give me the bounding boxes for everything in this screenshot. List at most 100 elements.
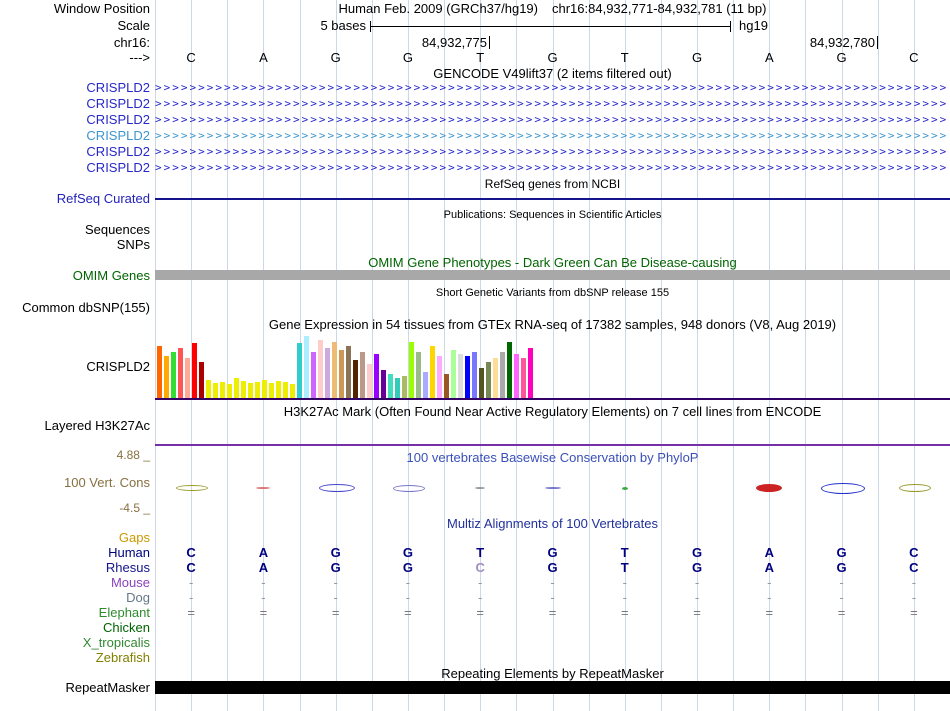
gtex-expression-bar[interactable] bbox=[178, 348, 183, 398]
species-label[interactable]: Human bbox=[0, 546, 150, 560]
gtex-expression-bar[interactable] bbox=[521, 358, 526, 398]
gtex-expression-bar[interactable] bbox=[409, 342, 414, 398]
gtex-expression-bar[interactable] bbox=[437, 356, 442, 398]
gtex-expression-bar[interactable] bbox=[465, 356, 470, 398]
species-label[interactable]: Mouse bbox=[0, 576, 150, 590]
conservation-mark[interactable] bbox=[256, 487, 271, 489]
gtex-expression-bar[interactable] bbox=[528, 348, 533, 398]
gene-transcript-arrows[interactable]: >>>>>>>>>>>>>>>>>>>>>>>>>>>>>>>>>>>>>>>>… bbox=[155, 144, 948, 160]
omim-genes-bar[interactable] bbox=[155, 270, 950, 280]
dbsnp-label[interactable]: Common dbSNP(155) bbox=[0, 301, 150, 315]
conservation-track-label[interactable]: 100 Vert. Cons bbox=[0, 476, 150, 490]
gtex-gene-label[interactable]: CRISPLD2 bbox=[0, 360, 150, 374]
h3k27ac-label[interactable]: Layered H3K27Ac bbox=[0, 419, 150, 433]
gtex-expression-bar[interactable] bbox=[332, 342, 337, 398]
gtex-expression-bar[interactable] bbox=[479, 368, 484, 398]
conservation-mark[interactable] bbox=[820, 482, 865, 494]
gtex-expression-bar[interactable] bbox=[451, 350, 456, 398]
omim-genes-label[interactable]: OMIM Genes bbox=[0, 269, 150, 283]
gtex-expression-bar[interactable] bbox=[444, 374, 449, 398]
gtex-expression-bar[interactable] bbox=[255, 382, 260, 398]
gtex-expression-bar[interactable] bbox=[304, 336, 309, 398]
gtex-expression-bar[interactable] bbox=[276, 381, 281, 398]
gtex-expression-bar[interactable] bbox=[185, 358, 190, 398]
repeatmasker-label[interactable]: RepeatMasker bbox=[0, 681, 150, 695]
conservation-mark[interactable] bbox=[176, 485, 209, 491]
gene-label[interactable]: CRISPLD2 bbox=[0, 129, 150, 143]
gtex-expression-bar[interactable] bbox=[339, 350, 344, 398]
gene-label[interactable]: CRISPLD2 bbox=[0, 81, 150, 95]
gtex-expression-bar[interactable] bbox=[507, 342, 512, 398]
species-label[interactable]: Elephant bbox=[0, 606, 150, 620]
gtex-expression-bar[interactable] bbox=[248, 383, 253, 398]
repeatmasker-bar[interactable] bbox=[155, 681, 950, 694]
gtex-expression-bar[interactable] bbox=[486, 362, 491, 398]
alignment-gap-dash: - bbox=[405, 575, 411, 590]
gtex-expression-bar[interactable] bbox=[374, 354, 379, 398]
gtex-expression-bar[interactable] bbox=[360, 352, 365, 398]
gtex-expression-bar[interactable] bbox=[227, 384, 232, 398]
sequences-label[interactable]: Sequences bbox=[0, 223, 150, 237]
gtex-expression-bar[interactable] bbox=[234, 378, 239, 398]
gtex-expression-bar[interactable] bbox=[458, 354, 463, 398]
conservation-mark[interactable] bbox=[392, 484, 425, 492]
species-label[interactable]: Dog bbox=[0, 591, 150, 605]
gtex-expression-bar[interactable] bbox=[241, 381, 246, 398]
gtex-expression-bar[interactable] bbox=[381, 370, 386, 398]
gtex-expression-bar[interactable] bbox=[262, 380, 267, 398]
gtex-expression-bar[interactable] bbox=[500, 352, 505, 398]
snps-label[interactable]: SNPs bbox=[0, 238, 150, 252]
gtex-expression-bar[interactable] bbox=[157, 346, 162, 398]
gtex-expression-bar[interactable] bbox=[395, 378, 400, 398]
conservation-mark[interactable] bbox=[318, 484, 355, 492]
gtex-expression-bar[interactable] bbox=[346, 346, 351, 398]
alignment-base: A bbox=[764, 560, 775, 575]
gtex-expression-bar[interactable] bbox=[164, 356, 169, 398]
gene-label[interactable]: CRISPLD2 bbox=[0, 97, 150, 111]
refseq-curated-label[interactable]: RefSeq Curated bbox=[0, 192, 150, 206]
conservation-mark[interactable] bbox=[756, 484, 783, 492]
gtex-expression-bar[interactable] bbox=[402, 376, 407, 398]
gtex-expression-bar[interactable] bbox=[367, 364, 372, 398]
gtex-expression-bar[interactable] bbox=[171, 352, 176, 398]
gtex-expression-bar[interactable] bbox=[220, 382, 225, 398]
gtex-expression-bar[interactable] bbox=[493, 358, 498, 398]
gtex-expression-bar[interactable] bbox=[423, 372, 428, 398]
gtex-expression-bar[interactable] bbox=[430, 346, 435, 398]
gtex-expression-bar[interactable] bbox=[283, 382, 288, 398]
species-label[interactable]: Rhesus bbox=[0, 561, 150, 575]
conservation-mark[interactable] bbox=[898, 484, 931, 492]
gtex-expression-bar[interactable] bbox=[514, 354, 519, 398]
gtex-expression-bar[interactable] bbox=[290, 384, 295, 398]
gene-label[interactable]: CRISPLD2 bbox=[0, 145, 150, 159]
gene-label[interactable]: CRISPLD2 bbox=[0, 161, 150, 175]
gene-transcript-arrows[interactable]: >>>>>>>>>>>>>>>>>>>>>>>>>>>>>>>>>>>>>>>>… bbox=[155, 80, 948, 96]
gtex-expression-bar[interactable] bbox=[311, 352, 316, 398]
conservation-mark[interactable] bbox=[621, 486, 628, 490]
alignment-gap-dash: - bbox=[405, 590, 411, 605]
gtex-expression-bar[interactable] bbox=[269, 383, 274, 398]
gtex-expression-bar[interactable] bbox=[325, 348, 330, 398]
gtex-expression-bar[interactable] bbox=[199, 362, 204, 398]
conservation-mark[interactable] bbox=[475, 487, 486, 489]
gtex-expression-bar[interactable] bbox=[213, 383, 218, 398]
species-label[interactable]: Chicken bbox=[0, 621, 150, 635]
species-label[interactable]: Gaps bbox=[0, 531, 150, 545]
gene-transcript-arrows[interactable]: >>>>>>>>>>>>>>>>>>>>>>>>>>>>>>>>>>>>>>>>… bbox=[155, 112, 948, 128]
gtex-expression-bar[interactable] bbox=[206, 380, 211, 398]
species-label[interactable]: Zebrafish bbox=[0, 651, 150, 665]
gtex-expression-bar[interactable] bbox=[416, 352, 421, 398]
gtex-expression-bar[interactable] bbox=[192, 343, 197, 398]
species-label[interactable]: X_tropicalis bbox=[0, 636, 150, 650]
gene-transcript-arrows[interactable]: >>>>>>>>>>>>>>>>>>>>>>>>>>>>>>>>>>>>>>>>… bbox=[155, 160, 948, 176]
gene-transcript-arrows[interactable]: >>>>>>>>>>>>>>>>>>>>>>>>>>>>>>>>>>>>>>>>… bbox=[155, 96, 948, 112]
gtex-expression-bar[interactable] bbox=[388, 374, 393, 398]
gtex-expression-bar[interactable] bbox=[353, 360, 358, 398]
gtex-expression-bar[interactable] bbox=[472, 352, 477, 398]
gtex-expression-bar[interactable] bbox=[297, 343, 302, 398]
gene-label[interactable]: CRISPLD2 bbox=[0, 113, 150, 127]
gene-transcript-arrows[interactable]: >>>>>>>>>>>>>>>>>>>>>>>>>>>>>>>>>>>>>>>>… bbox=[155, 128, 948, 144]
refseq-curated-line[interactable] bbox=[155, 198, 950, 200]
conservation-mark[interactable] bbox=[544, 487, 561, 489]
gtex-expression-bar[interactable] bbox=[318, 340, 323, 398]
